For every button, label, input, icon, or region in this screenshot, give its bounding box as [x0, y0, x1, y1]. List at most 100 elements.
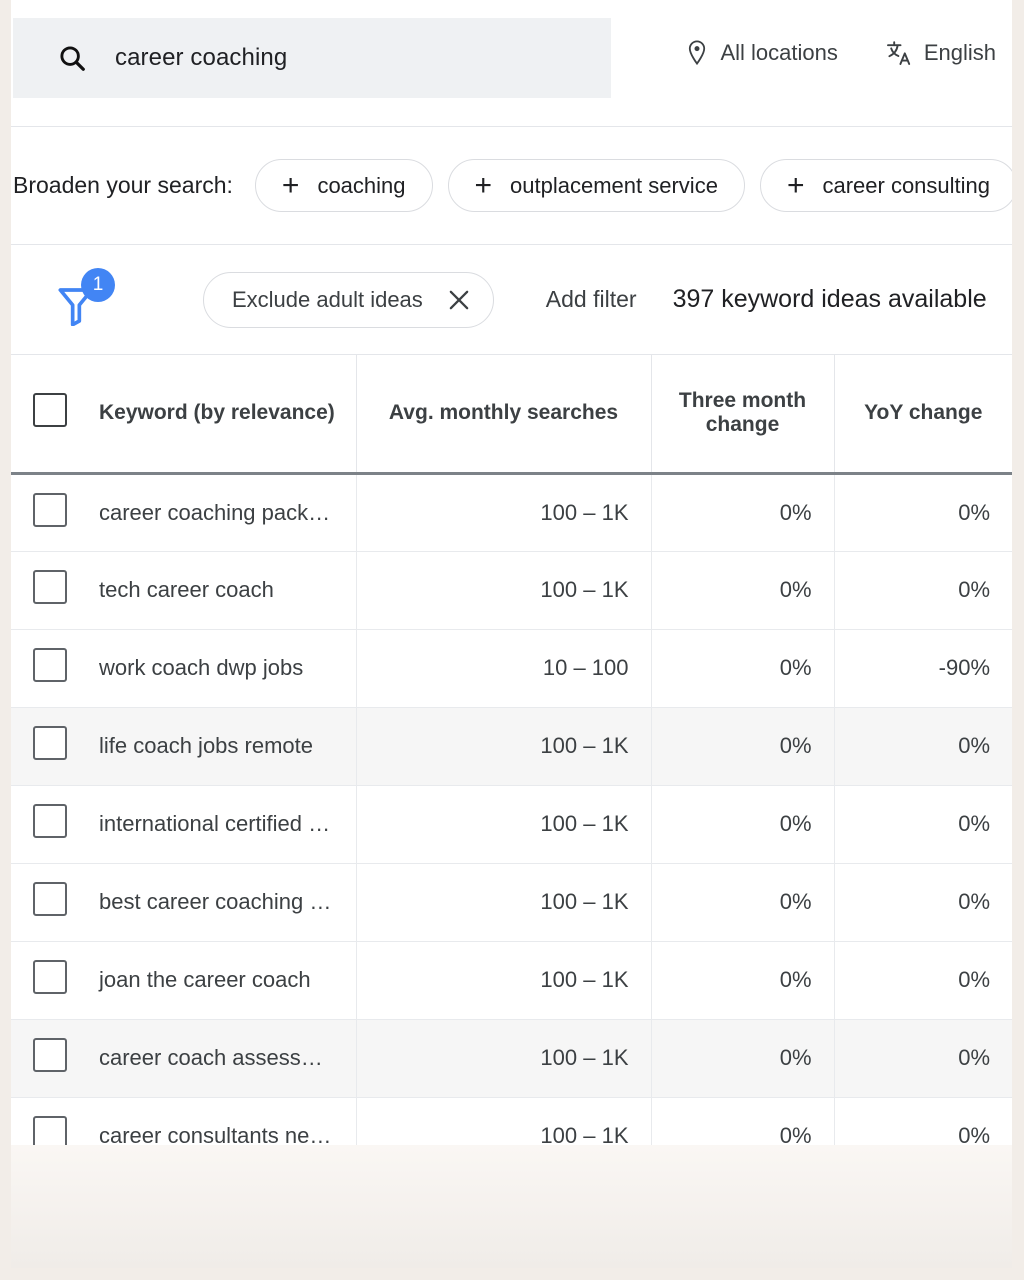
row-checkbox[interactable]: [33, 726, 67, 760]
row-checkbox[interactable]: [33, 960, 67, 994]
cell-yoy-change: 0%: [834, 941, 1012, 1020]
keyword-planner-panel: career coaching All locations English Br…: [11, 0, 1012, 1145]
cell-three-month-change: 0%: [651, 629, 835, 708]
language-button[interactable]: English: [886, 40, 996, 66]
cell-avg-monthly-searches: 100 – 1K: [356, 1019, 652, 1098]
cell-yoy-change: 0%: [834, 785, 1012, 864]
plus-icon: +: [474, 168, 493, 202]
table-row[interactable]: career coaching pack… 100 – 1K 0% 0%: [11, 473, 1012, 552]
row-checkbox-cell: [11, 941, 87, 1020]
row-checkbox[interactable]: [33, 492, 67, 527]
keyword-ideas-count: 397 keyword ideas available: [672, 285, 987, 313]
row-checkbox-cell: [11, 707, 87, 786]
table-header: Keyword (by relevance) Avg. monthly sear…: [11, 355, 1012, 475]
row-checkbox-cell: [11, 629, 87, 708]
cell-three-month-change: 0%: [651, 785, 835, 864]
cell-keyword: best career coaching …: [87, 863, 357, 942]
column-header-keyword[interactable]: Keyword (by relevance): [87, 355, 357, 475]
cell-keyword: career coaching pack…: [87, 473, 357, 552]
filter-chip-exclude-adult-ideas[interactable]: Exclude adult ideas: [203, 271, 494, 328]
cell-three-month-change: 0%: [651, 941, 835, 1020]
filter-count-badge: 1: [81, 267, 115, 302]
cell-avg-monthly-searches: 100 – 1K: [356, 785, 652, 864]
cell-avg-monthly-searches: 100 – 1K: [356, 551, 652, 630]
table-row[interactable]: joan the career coach 100 – 1K 0% 0%: [11, 941, 1012, 1020]
row-checkbox[interactable]: [33, 1038, 67, 1072]
cell-keyword: career consultants ne…: [87, 1097, 357, 1145]
cell-keyword: career coach assess…: [87, 1019, 357, 1098]
plus-icon: +: [281, 168, 300, 202]
broaden-search-row: Broaden your search: + coaching + outpla…: [11, 127, 1012, 245]
column-header-three-month-change[interactable]: Three month change: [651, 355, 835, 475]
cell-keyword: joan the career coach: [87, 941, 357, 1020]
cell-three-month-change: 0%: [651, 863, 835, 942]
add-filter-button[interactable]: Add filter: [546, 286, 637, 313]
cell-avg-monthly-searches: 10 – 100: [356, 629, 652, 708]
filter-chip-label: Exclude adult ideas: [232, 286, 423, 312]
cell-avg-monthly-searches: 100 – 1K: [356, 941, 652, 1020]
row-checkbox-cell: [11, 551, 87, 630]
table-body: career coaching pack… 100 – 1K 0% 0% tec…: [11, 473, 1012, 1145]
cell-three-month-change: 0%: [651, 1097, 835, 1145]
row-checkbox[interactable]: [33, 882, 67, 916]
search-input-value: career coaching: [115, 44, 288, 71]
location-pin-icon: [686, 40, 708, 66]
table-row[interactable]: best career coaching … 100 – 1K 0% 0%: [11, 863, 1012, 942]
broaden-chip-career-consulting[interactable]: + career consulting: [759, 159, 1012, 212]
column-header-avg-monthly-searches[interactable]: Avg. monthly searches: [356, 355, 652, 475]
cell-yoy-change: 0%: [834, 863, 1012, 942]
plus-icon: +: [786, 168, 805, 202]
table-row[interactable]: international certified … 100 – 1K 0% 0%: [11, 785, 1012, 864]
cell-yoy-change: 0%: [834, 551, 1012, 630]
cell-keyword: work coach dwp jobs: [87, 629, 357, 708]
table-row[interactable]: career consultants ne… 100 – 1K 0% 0%: [11, 1097, 1012, 1145]
cell-keyword: international certified …: [87, 785, 357, 864]
cell-avg-monthly-searches: 100 – 1K: [356, 863, 652, 942]
row-checkbox[interactable]: [33, 1116, 67, 1145]
cell-three-month-change: 0%: [651, 1019, 835, 1098]
table-row[interactable]: tech career coach 100 – 1K 0% 0%: [11, 551, 1012, 630]
broaden-chip-coaching[interactable]: + coaching: [254, 159, 433, 212]
empty-bottom-area: [11, 1145, 1012, 1268]
broaden-chip-label: career consulting: [822, 172, 991, 198]
table-row[interactable]: work coach dwp jobs 10 – 100 0% -90%: [11, 629, 1012, 708]
select-all-cell: [11, 355, 87, 475]
row-checkbox-cell: [11, 785, 87, 864]
table-header-row: Keyword (by relevance) Avg. monthly sear…: [11, 355, 1012, 475]
table-row[interactable]: life coach jobs remote 100 – 1K 0% 0%: [11, 707, 1012, 786]
row-checkbox-cell: [11, 1019, 87, 1098]
row-checkbox[interactable]: [33, 804, 67, 838]
language-label: English: [923, 40, 996, 65]
cell-yoy-change: -90%: [834, 629, 1012, 708]
cell-yoy-change: 0%: [834, 707, 1012, 786]
broaden-chip-outplacement-service[interactable]: + outplacement service: [447, 159, 745, 212]
column-header-yoy-change[interactable]: YoY change: [834, 355, 1012, 475]
all-locations-button[interactable]: All locations: [686, 40, 838, 66]
broaden-chip-label: coaching: [317, 172, 406, 198]
search-icon: [57, 43, 87, 73]
row-checkbox[interactable]: [33, 648, 67, 682]
select-all-checkbox[interactable]: [33, 393, 67, 428]
close-icon[interactable]: [447, 288, 471, 312]
broaden-chip-list: + coaching + outplacement service + care…: [254, 159, 1012, 212]
translate-icon: [886, 40, 912, 66]
search-input[interactable]: career coaching: [13, 18, 611, 98]
broaden-chip-label: outplacement service: [510, 172, 718, 198]
filter-row: 1 Exclude adult ideas Add filter 397 key…: [11, 245, 1012, 355]
cell-keyword: tech career coach: [87, 551, 357, 630]
table-row[interactable]: career coach assess… 100 – 1K 0% 0%: [11, 1019, 1012, 1098]
cell-three-month-change: 0%: [651, 473, 835, 552]
keyword-ideas-table: Keyword (by relevance) Avg. monthly sear…: [11, 355, 1012, 1145]
cell-yoy-change: 0%: [834, 1097, 1012, 1145]
cell-yoy-change: 0%: [834, 1019, 1012, 1098]
row-checkbox[interactable]: [33, 570, 67, 604]
filter-funnel-button[interactable]: 1: [49, 267, 115, 332]
row-checkbox-cell: [11, 1097, 87, 1145]
cell-avg-monthly-searches: 100 – 1K: [356, 473, 652, 552]
row-checkbox-cell: [11, 473, 87, 552]
cell-yoy-change: 0%: [834, 473, 1012, 552]
row-checkbox-cell: [11, 863, 87, 942]
keyword-ideas-table-container[interactable]: Keyword (by relevance) Avg. monthly sear…: [11, 355, 1012, 1145]
cell-keyword: life coach jobs remote: [87, 707, 357, 786]
search-options: All locations English: [686, 40, 996, 66]
